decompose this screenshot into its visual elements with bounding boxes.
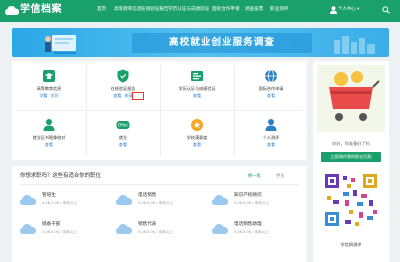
- user-icon[interactable]: [330, 6, 337, 14]
- qr-label: 学信网测评: [340, 242, 362, 247]
- job-detail: 4.5K-7.0K / 本科以上: [42, 201, 77, 205]
- svg-text:Offer: Offer: [118, 123, 128, 128]
- job-detail: 5.0K-5.0K / 本科以上: [138, 201, 173, 205]
- job-detail: 5.0K-5.0K / 本科以上: [42, 230, 77, 234]
- divider: [20, 184, 299, 185]
- service-link[interactable]: 查看: [113, 93, 121, 98]
- job-cloud-icon: [212, 224, 228, 234]
- nav-certification[interactable]: 学历认证与成绩验证: [168, 7, 209, 13]
- banner-cityscape: [334, 36, 375, 54]
- nav-career-test[interactable]: 职业测评: [270, 7, 288, 13]
- service-certification[interactable]: 学历认证与成绩验证 查看: [160, 61, 234, 110]
- person-icon: [265, 119, 277, 131]
- job-detail: 5.0K-5.0K / 本科以上: [234, 201, 269, 205]
- services-card: 高等教育信息 学籍 学历 在线验证报告 查看 申请 学历认证与成绩验证 查看 国际合…: [12, 61, 307, 160]
- service-higher-education[interactable]: 高等教育信息 学籍 学历: [12, 61, 86, 110]
- job-detail: 5.0K-5.0K / 本科以上: [138, 230, 173, 234]
- jobs-card: 你想求职吗？这些有适合你的职位 换一批 更多 管培生 4.5K-7.0K / 本…: [12, 166, 307, 262]
- service-title: 学校满意度: [186, 135, 208, 140]
- job-item[interactable]: 电话销售 5.0K-5.0K / 本科以上: [116, 192, 209, 212]
- service-links: 查看: [160, 142, 234, 148]
- survey-banner[interactable]: 高校就业创业服务调查: [12, 28, 389, 57]
- service-personal-test[interactable]: 个人测评 查看: [234, 110, 308, 159]
- job-item[interactable]: 储备干部 5.0K-5.0K / 本科以上: [20, 221, 113, 241]
- more-jobs-link[interactable]: 更多: [276, 174, 285, 180]
- cart-illustration: [329, 71, 380, 121]
- service-link[interactable]: 学历: [51, 93, 59, 98]
- job-title: 管培生: [42, 193, 56, 198]
- nav-international[interactable]: 国际合作申请: [212, 7, 240, 13]
- nav-home[interactable]: 首页: [97, 7, 106, 13]
- service-title: 在线验证报告: [110, 86, 136, 91]
- right-sidebar: 你好，你准备好了吗 立即测评我的职业匹配 学信网测评: [313, 61, 389, 262]
- certificate-icon: [191, 71, 203, 81]
- job-item[interactable]: 知识产权顾问 5.0K-5.0K / 本科以上: [212, 192, 305, 212]
- service-link[interactable]: 查看: [45, 142, 53, 147]
- service-links: 查看: [234, 93, 308, 99]
- job-cloud-icon: [20, 195, 36, 205]
- service-link[interactable]: 查看: [267, 93, 275, 98]
- job-item[interactable]: 管培生 4.5K-7.0K / 本科以上: [20, 192, 113, 212]
- service-title: 个人测评: [262, 135, 280, 140]
- job-title: 销售代表: [138, 222, 157, 227]
- service-links: 查看: [12, 142, 86, 148]
- nav-survey[interactable]: 调查投票: [245, 7, 263, 13]
- promo-text: 你好，你准备好了吗: [332, 141, 370, 146]
- service-link[interactable]: 查看: [119, 142, 127, 147]
- job-item[interactable]: 电话销售助理 5.0K-5.0K / 本科以上: [212, 221, 305, 241]
- service-links: 查看 申请: [86, 93, 160, 99]
- service-link[interactable]: 查看: [193, 93, 201, 98]
- logo-text[interactable]: 学信档案: [20, 4, 62, 16]
- service-title: 国际合作申请: [258, 86, 284, 91]
- job-cloud-icon: [20, 224, 36, 234]
- refresh-jobs-link[interactable]: 换一批: [248, 174, 261, 180]
- graduation-cap-icon: [43, 70, 55, 82]
- user-center-menu[interactable]: 个人中心 ▾: [338, 7, 359, 13]
- globe-icon: [265, 69, 277, 83]
- banner-title[interactable]: 高校就业创业服务调查: [130, 36, 314, 49]
- cloud-logo-icon[interactable]: [5, 5, 19, 16]
- job-title: 电话销售助理: [234, 222, 262, 227]
- service-links: 查看: [86, 142, 160, 148]
- job-title: 储备干部: [42, 222, 61, 227]
- job-item[interactable]: 销售代表 5.0K-5.0K / 本科以上: [116, 221, 209, 241]
- jobs-title: 你想求职吗？这些有适合你的职位: [20, 173, 101, 179]
- service-employment-cert[interactable]: 就业证书图像校对 查看: [12, 110, 86, 159]
- nav-online-report[interactable]: 在线验证报告: [141, 7, 169, 13]
- person-card-icon: [43, 119, 55, 131]
- shield-check-icon: [117, 69, 129, 83]
- service-title: 就业: [118, 135, 128, 140]
- search-icon[interactable]: [382, 6, 390, 14]
- service-link[interactable]: 查看: [267, 142, 275, 147]
- service-title: 就业证书图像校对: [32, 135, 66, 140]
- job-cloud-icon: [116, 195, 132, 205]
- service-links: 查看: [234, 142, 308, 148]
- service-title: 高等教育信息: [36, 86, 62, 91]
- service-satisfaction[interactable]: 学校满意度 查看: [160, 110, 234, 159]
- job-cloud-icon: [116, 224, 132, 234]
- job-detail: 5.0K-5.0K / 本科以上: [234, 230, 269, 234]
- qr-code: [323, 172, 379, 228]
- job-title: 知识产权顾问: [234, 193, 262, 198]
- highlight-box: [132, 92, 144, 100]
- service-link[interactable]: 查看: [193, 142, 201, 147]
- service-links: 学籍 学历: [12, 93, 86, 99]
- banner-illustration: [45, 35, 76, 54]
- service-online-report[interactable]: 在线验证报告 查看 申请: [86, 61, 160, 110]
- promo-illustration[interactable]: [317, 65, 385, 132]
- job-cloud-icon: [212, 195, 228, 205]
- rating-icon: [191, 119, 203, 131]
- job-title: 电话销售: [138, 193, 157, 198]
- service-international[interactable]: 国际合作申请 查看: [234, 61, 308, 110]
- service-links: 查看: [160, 93, 234, 99]
- start-test-button[interactable]: 立即测评我的职业匹配: [321, 152, 381, 162]
- service-employment[interactable]: Offer 就业 查看: [86, 110, 160, 159]
- service-link[interactable]: 学籍: [39, 93, 47, 98]
- offer-icon: Offer: [116, 121, 130, 129]
- nav-higher-education[interactable]: 高等教育信息: [114, 7, 142, 13]
- service-title: 学历认证与成绩验证: [178, 86, 216, 91]
